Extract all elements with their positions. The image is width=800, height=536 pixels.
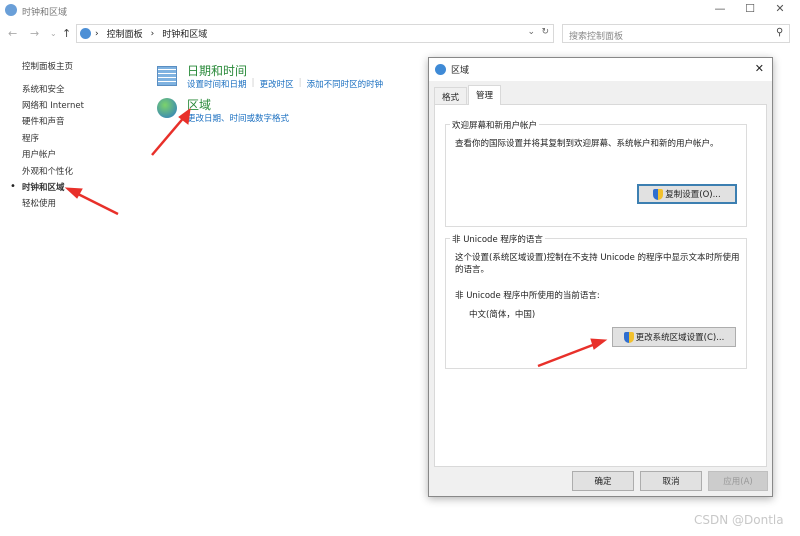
annotation-layer xyxy=(64,107,608,368)
annotation-arrowhead xyxy=(590,338,608,350)
annotation-arrowhead xyxy=(64,187,83,199)
tab-administrative[interactable]: 管理 xyxy=(468,85,502,105)
watermark: CSDN @Dontla xyxy=(694,513,784,527)
annotation-arrow xyxy=(151,114,187,156)
annotation-arrow xyxy=(537,341,599,368)
